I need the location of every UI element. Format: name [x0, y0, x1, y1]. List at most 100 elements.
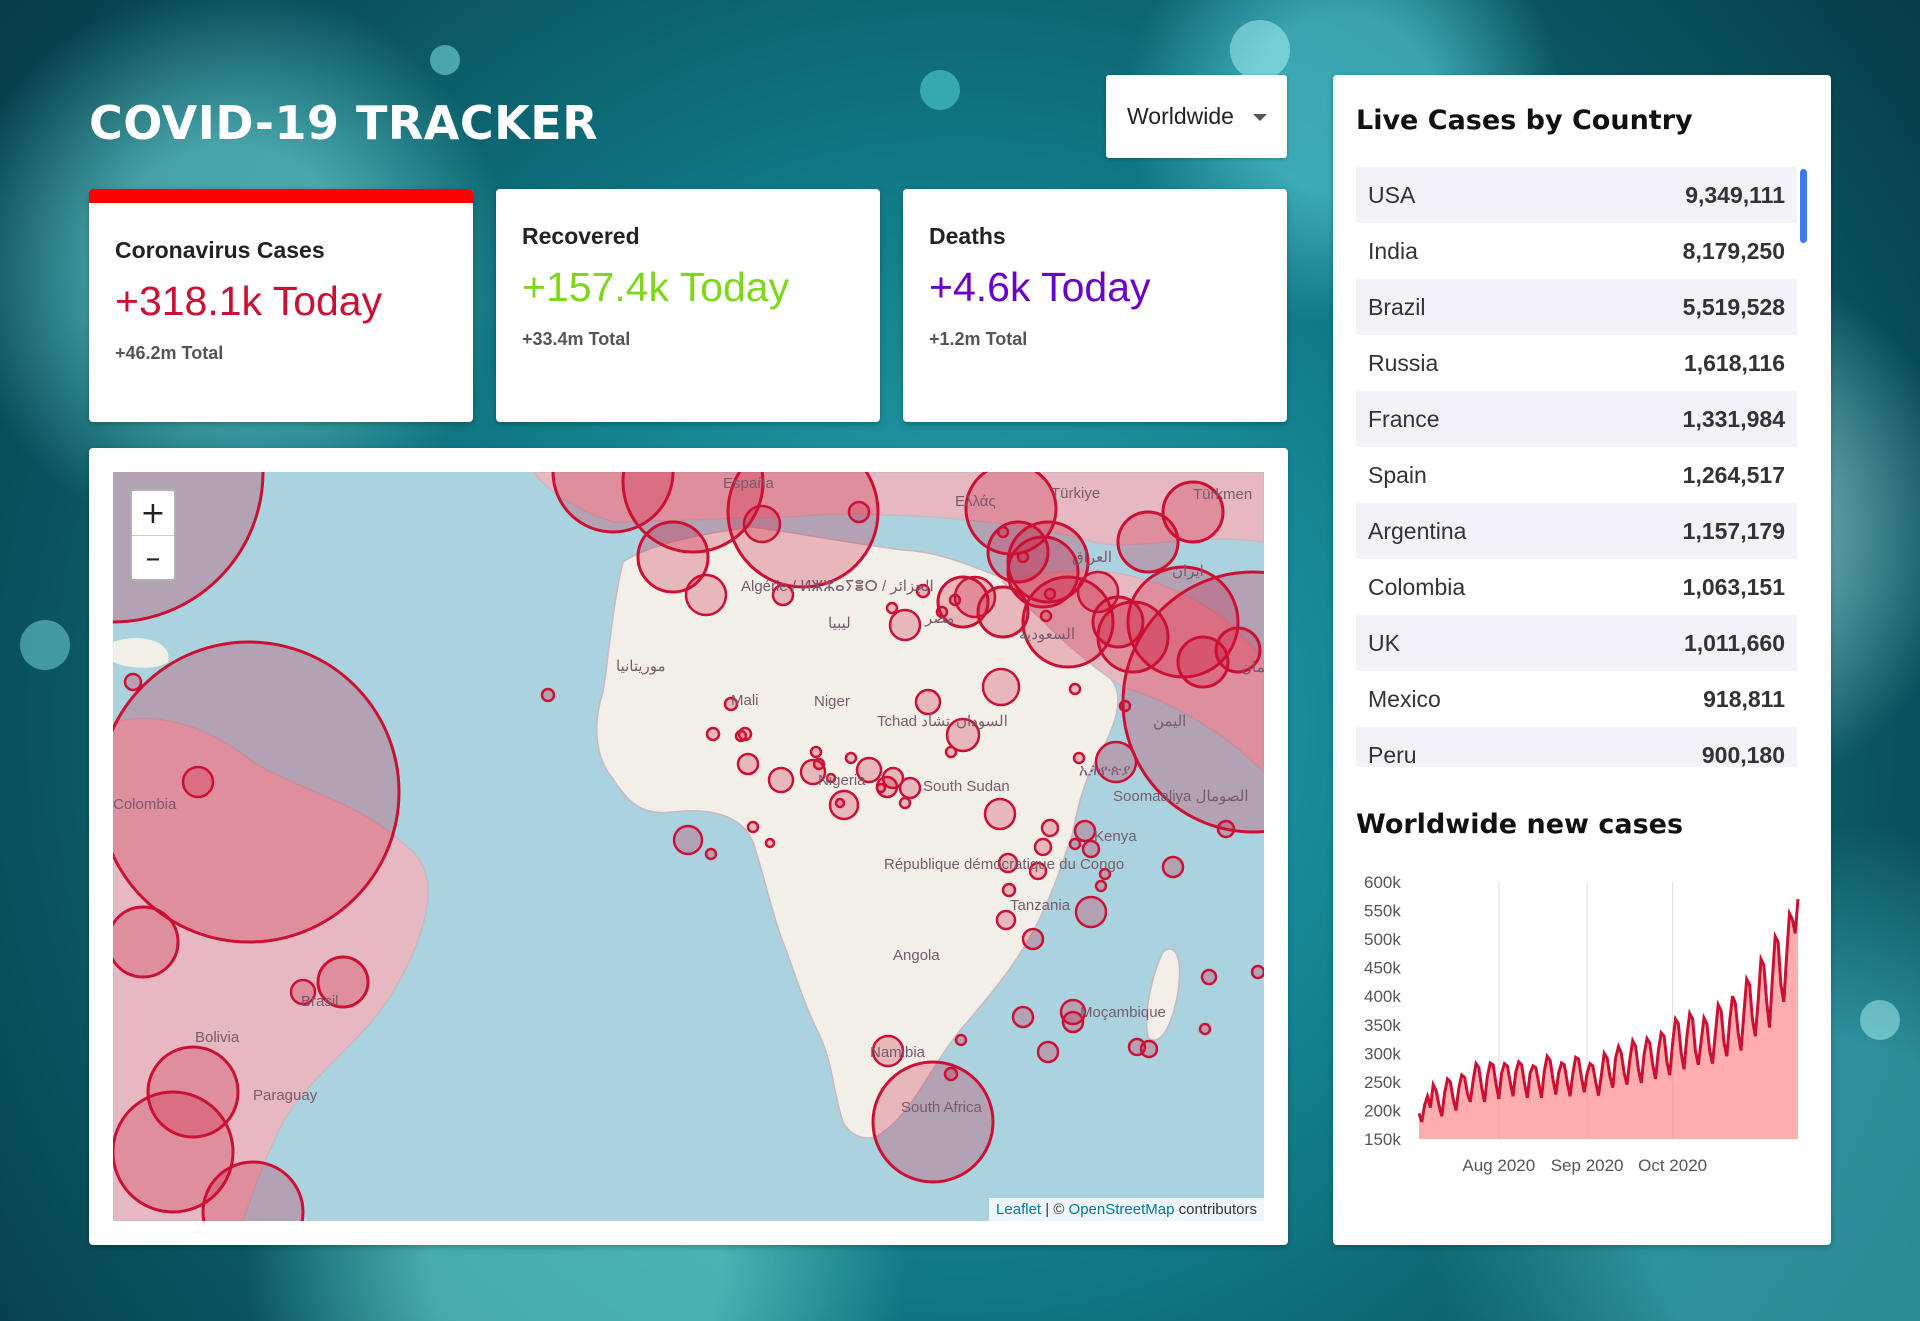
- case-circle[interactable]: [1198, 1022, 1212, 1036]
- case-circle[interactable]: [983, 797, 1017, 831]
- case-circle[interactable]: [1250, 964, 1264, 980]
- case-circle[interactable]: [1043, 587, 1057, 601]
- table-row: UK 1,011,660: [1356, 615, 1797, 671]
- case-circle[interactable]: [1094, 879, 1108, 893]
- map-place-label: Tchad تشاد: [877, 713, 950, 730]
- case-circle[interactable]: [847, 500, 871, 524]
- country-cases: 5,519,528: [1682, 293, 1785, 320]
- deaths-card[interactable]: Deaths +4.6k Today +1.2m Total: [903, 189, 1287, 422]
- case-circle[interactable]: [113, 640, 401, 944]
- case-circle[interactable]: [705, 726, 721, 742]
- zoom-out-button[interactable]: –: [132, 536, 174, 579]
- cases-today: +318.1k Today: [115, 278, 383, 324]
- case-circle[interactable]: [1068, 682, 1082, 696]
- case-circle[interactable]: [809, 745, 823, 759]
- virus-decoration: [1860, 1000, 1900, 1040]
- case-circle[interactable]: [1016, 550, 1030, 564]
- virus-decoration: [20, 620, 70, 670]
- deaths-today: +4.6k Today: [929, 264, 1151, 310]
- case-circle[interactable]: [828, 789, 860, 821]
- case-circle[interactable]: [540, 687, 556, 703]
- case-circle[interactable]: [885, 601, 899, 615]
- cases-card[interactable]: Coronavirus Cases +318.1k Today +46.2m T…: [89, 189, 473, 422]
- y-tick-label: 450k: [1364, 959, 1401, 978]
- zoom-in-button[interactable]: +: [132, 491, 174, 536]
- world-map[interactable]: España Türkiye Türkmen Algérie / ⵍⵣⵣⴰⵢⴻⵔ / …: [113, 472, 1264, 1221]
- map-place-label: Türkiye: [1051, 485, 1100, 502]
- y-tick-label: 550k: [1364, 902, 1401, 921]
- country-name: Brazil: [1368, 293, 1426, 320]
- y-tick-label: 400k: [1364, 987, 1401, 1006]
- country-table[interactable]: USA 9,349,111 India 8,179,250 Brazil 5,519,52…: [1356, 167, 1807, 767]
- case-circle[interactable]: [1161, 855, 1185, 879]
- region-dropdown[interactable]: Worldwide: [1106, 75, 1287, 158]
- table-row: USA 9,349,111: [1356, 167, 1797, 223]
- map-place-label: Mali: [731, 692, 759, 709]
- y-tick-label: 350k: [1364, 1016, 1401, 1035]
- case-circle[interactable]: [1040, 818, 1060, 838]
- case-circle[interactable]: [113, 905, 180, 979]
- virus-decoration: [430, 45, 460, 75]
- case-circle[interactable]: [181, 765, 215, 799]
- case-circle[interactable]: [1074, 895, 1108, 929]
- case-circle[interactable]: [704, 847, 718, 861]
- case-circle[interactable]: [1139, 1039, 1159, 1059]
- recovered-card-title: Recovered: [522, 223, 640, 249]
- case-circle[interactable]: [1021, 575, 1115, 669]
- case-circle[interactable]: [1200, 968, 1218, 986]
- case-circle[interactable]: [996, 525, 1010, 539]
- case-circle[interactable]: [914, 688, 942, 716]
- case-circle[interactable]: [742, 504, 782, 544]
- case-circle[interactable]: [1216, 819, 1236, 839]
- map-place-label: Moçambique: [1080, 1004, 1166, 1021]
- case-circle[interactable]: [943, 1066, 959, 1082]
- case-circle[interactable]: [948, 593, 962, 607]
- map-canvas[interactable]: España Türkiye Türkmen Algérie / ⵍⵣⵣⴰⵢⴻⵔ / …: [113, 472, 1264, 1221]
- case-circle[interactable]: [1039, 609, 1053, 623]
- case-circle[interactable]: [871, 1060, 995, 1184]
- case-circle[interactable]: [1126, 565, 1240, 679]
- case-circle[interactable]: [1036, 1040, 1060, 1064]
- map-card: España Türkiye Türkmen Algérie / ⵍⵣⵣⴰⵢⴻⵔ / …: [89, 448, 1288, 1245]
- y-tick-label: 600k: [1364, 873, 1401, 892]
- case-circle[interactable]: [888, 608, 922, 642]
- case-circle[interactable]: [1068, 837, 1082, 851]
- chevron-down-icon: [1253, 114, 1267, 121]
- case-circle[interactable]: [767, 766, 795, 794]
- case-circle[interactable]: [684, 573, 728, 617]
- leaflet-link[interactable]: Leaflet: [996, 1201, 1041, 1218]
- recovered-card[interactable]: Recovered +157.4k Today +33.4m Total: [496, 189, 880, 422]
- country-name: India: [1368, 237, 1418, 264]
- case-circle[interactable]: [736, 752, 760, 776]
- map-place-label: España: [723, 475, 775, 492]
- case-circle[interactable]: [1021, 927, 1045, 951]
- case-circle[interactable]: [1033, 837, 1053, 857]
- case-circle[interactable]: [1011, 1005, 1035, 1029]
- case-circle[interactable]: [734, 729, 748, 743]
- case-circle[interactable]: [898, 776, 922, 800]
- case-circle[interactable]: [944, 745, 958, 759]
- case-circle[interactable]: [812, 757, 826, 771]
- case-circle[interactable]: [672, 824, 704, 856]
- cases-total: +46.2m Total: [115, 343, 224, 363]
- map-place-label: Brasil: [301, 993, 339, 1010]
- case-circle[interactable]: [1001, 882, 1017, 898]
- case-circle[interactable]: [981, 667, 1021, 707]
- case-circle[interactable]: [954, 1033, 968, 1047]
- deaths-total: +1.2m Total: [929, 329, 1028, 349]
- country-name: Colombia: [1368, 573, 1466, 600]
- case-circle[interactable]: [764, 837, 776, 849]
- table-row: Russia 1,618,116: [1356, 335, 1797, 391]
- case-circle[interactable]: [1073, 819, 1097, 843]
- case-circle[interactable]: [844, 751, 858, 765]
- scrollbar[interactable]: [1800, 169, 1807, 243]
- case-circle[interactable]: [898, 796, 912, 810]
- cases-card-title: Coronavirus Cases: [115, 237, 325, 263]
- country-cases: 1,618,116: [1683, 349, 1785, 376]
- country-cases: 918,811: [1703, 685, 1785, 712]
- case-circle[interactable]: [1118, 699, 1132, 713]
- osm-link[interactable]: OpenStreetMap: [1069, 1201, 1175, 1218]
- case-circle[interactable]: [875, 775, 899, 799]
- case-circle[interactable]: [746, 820, 760, 834]
- case-circle[interactable]: [123, 672, 143, 692]
